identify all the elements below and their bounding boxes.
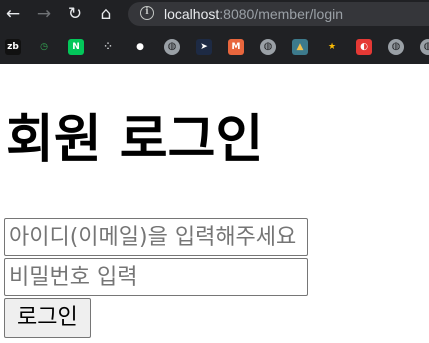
globe-icon[interactable]: ◍ bbox=[420, 39, 429, 55]
clock-icon[interactable]: ◷ bbox=[36, 39, 52, 55]
bookmarks-bar: zb ◷ N ⁘ ● ◍ ➤ M ◍ ▲ ★ ◐ ◍ ◍ bbox=[0, 33, 429, 59]
login-form: 로그인 bbox=[4, 218, 324, 338]
globe-icon[interactable]: ◍ bbox=[164, 39, 180, 55]
globe-icon[interactable]: ◍ bbox=[260, 39, 276, 55]
forward-arrow-icon[interactable]: → bbox=[32, 2, 56, 26]
url-text[interactable]: localhost:8080/member/login bbox=[164, 5, 343, 23]
url-host: localhost bbox=[164, 6, 220, 22]
password-input[interactable] bbox=[4, 258, 308, 296]
page-title: 회원 로그인 bbox=[6, 110, 264, 170]
zb-icon[interactable]: zb bbox=[5, 39, 21, 55]
site-info-icon[interactable]: i bbox=[140, 6, 154, 20]
naver-icon[interactable]: N bbox=[68, 39, 84, 55]
m-icon[interactable]: M bbox=[228, 39, 244, 55]
landscape-icon[interactable]: ▲ bbox=[292, 39, 308, 55]
home-icon[interactable]: ⌂ bbox=[94, 2, 118, 26]
globe-icon[interactable]: ◍ bbox=[388, 39, 404, 55]
browser-chrome: ← → ↻ ⌂ i localhost:8080/member/login zb… bbox=[0, 0, 429, 64]
ball-icon[interactable]: ◐ bbox=[356, 39, 372, 55]
address-bar[interactable]: i localhost:8080/member/login bbox=[128, 2, 429, 26]
star-icon[interactable]: ★ bbox=[324, 39, 340, 55]
login-button[interactable]: 로그인 bbox=[4, 298, 91, 338]
back-arrow-icon[interactable]: ← bbox=[1, 2, 25, 26]
url-path: :8080/member/login bbox=[219, 6, 344, 22]
bird-icon[interactable]: ➤ bbox=[196, 39, 212, 55]
email-input[interactable] bbox=[4, 218, 308, 256]
browser-toolbar: ← → ↻ ⌂ i localhost:8080/member/login bbox=[0, 0, 429, 28]
github-icon[interactable]: ● bbox=[132, 39, 148, 55]
reload-icon[interactable]: ↻ bbox=[63, 2, 87, 26]
dots-icon[interactable]: ⁘ bbox=[100, 39, 116, 55]
